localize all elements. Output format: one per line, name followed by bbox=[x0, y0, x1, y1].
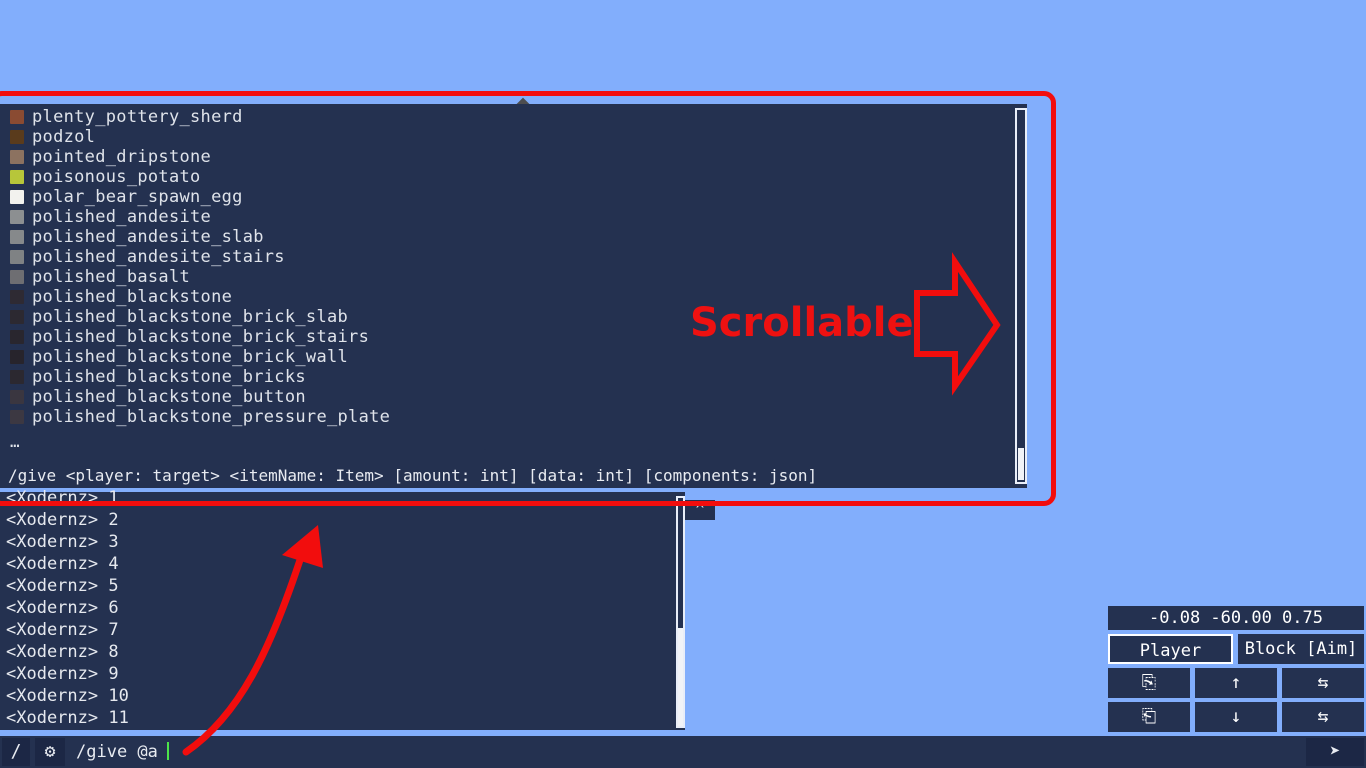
suggestion-item[interactable]: polar_bear_spawn_egg bbox=[10, 187, 243, 207]
suggestion-label: polished_blackstone_brick_stairs bbox=[32, 327, 370, 347]
chat-message: <Xodernz> 2 bbox=[6, 510, 119, 530]
podzol-icon bbox=[10, 130, 24, 144]
chat-message: <Xodernz> 10 bbox=[6, 686, 129, 706]
suggestion-label: polished_blackstone_pressure_plate bbox=[32, 407, 391, 427]
suggestion-scrollbar-thumb[interactable] bbox=[1018, 448, 1024, 480]
pressure-plate-icon bbox=[10, 410, 24, 424]
blackstone-slab-icon bbox=[10, 310, 24, 324]
chat-scrollbar-thumb[interactable] bbox=[678, 628, 683, 726]
command-usage-hint: /give <player: target> <itemName: Item> … bbox=[8, 466, 818, 485]
suggestion-label: polished_andesite bbox=[32, 207, 212, 227]
send-button[interactable]: ➤ bbox=[1306, 738, 1364, 766]
suggestion-item[interactable]: plenty_pottery_sherd bbox=[10, 107, 243, 127]
suggestion-label: pointed_dripstone bbox=[32, 147, 212, 167]
chat-message: <Xodernz> 6 bbox=[6, 598, 119, 618]
chat-message: <Xodernz> 11 bbox=[6, 708, 129, 728]
tab-player[interactable]: Player bbox=[1108, 634, 1233, 664]
suggestion-label: polar_bear_spawn_egg bbox=[32, 187, 243, 207]
blackstone-stairs-icon bbox=[10, 330, 24, 344]
send-arrow-icon: ➤ bbox=[1329, 741, 1341, 762]
swap-button-bottom[interactable]: ⇆ bbox=[1282, 702, 1364, 732]
suggestion-label: poisonous_potato bbox=[32, 167, 201, 187]
suggestion-item[interactable]: polished_blackstone bbox=[10, 287, 232, 307]
blackstone-bricks-icon bbox=[10, 370, 24, 384]
suggestion-item[interactable]: polished_blackstone_button bbox=[10, 387, 306, 407]
pottery-sherd-icon bbox=[10, 110, 24, 124]
suggestion-item[interactable]: polished_blackstone_brick_wall bbox=[10, 347, 348, 367]
suggestion-label: polished_blackstone_brick_wall bbox=[32, 347, 349, 367]
chat-message: <Xodernz> 7 bbox=[6, 620, 119, 640]
suggestion-item[interactable]: polished_blackstone_bricks bbox=[10, 367, 306, 387]
paste-button[interactable]: ⎗ bbox=[1108, 702, 1190, 732]
chat-message: <Xodernz> 1 bbox=[6, 488, 119, 508]
suggestion-scrollbar[interactable] bbox=[1015, 108, 1027, 484]
spawn-egg-icon bbox=[10, 190, 24, 204]
blackstone-icon bbox=[10, 290, 24, 304]
swap-button-top[interactable]: ⇆ bbox=[1282, 668, 1364, 698]
suggestion-label: polished_andesite_stairs bbox=[32, 247, 285, 267]
suggestion-label: plenty_pottery_sherd bbox=[32, 107, 243, 127]
suggestion-label: polished_blackstone_button bbox=[32, 387, 306, 407]
chat-message: <Xodernz> 9 bbox=[6, 664, 119, 684]
suggestion-item[interactable]: polished_andesite bbox=[10, 207, 211, 227]
command-input[interactable] bbox=[70, 738, 1304, 766]
text-caret bbox=[167, 742, 169, 760]
chat-log: <Xodernz> 1 <Xodernz> 2 <Xodernz> 3 <Xodern… bbox=[0, 488, 685, 730]
dripstone-icon bbox=[10, 150, 24, 164]
suggestion-item[interactable]: polished_andesite_slab bbox=[10, 227, 264, 247]
chat-message: <Xodernz> 5 bbox=[6, 576, 119, 596]
scrollable-annotation-label: Scrollable bbox=[690, 300, 914, 346]
andesite-slab-icon bbox=[10, 230, 24, 244]
suggestion-label: polished_blackstone_bricks bbox=[32, 367, 306, 387]
suggestion-item[interactable]: pointed_dripstone bbox=[10, 147, 211, 167]
chat-message: <Xodernz> 4 bbox=[6, 554, 119, 574]
gear-icon: ⚙ bbox=[44, 741, 56, 762]
move-down-button[interactable]: ↓ bbox=[1195, 702, 1277, 732]
chat-message: <Xodernz> 3 bbox=[6, 532, 119, 552]
suggestion-item[interactable]: polished_andesite_stairs bbox=[10, 247, 285, 267]
blackstone-wall-icon bbox=[10, 350, 24, 364]
suggestion-item[interactable]: polished_blackstone_brick_slab bbox=[10, 307, 348, 327]
blackstone-button-icon bbox=[10, 390, 24, 404]
settings-button[interactable]: ⚙ bbox=[35, 738, 65, 766]
slash-button[interactable]: / bbox=[2, 738, 30, 766]
chat-message: <Xodernz> 8 bbox=[6, 642, 119, 662]
suggestion-item[interactable]: polished_basalt bbox=[10, 267, 190, 287]
suggestion-item[interactable]: polished_blackstone_pressure_plate bbox=[10, 407, 390, 427]
suggestion-label: podzol bbox=[32, 127, 96, 147]
suggestion-panel[interactable]: plenty_pottery_sherd podzol pointed_dripst… bbox=[0, 104, 1027, 488]
andesite-icon bbox=[10, 210, 24, 224]
copy-button[interactable]: ⎘ bbox=[1108, 668, 1190, 698]
basalt-icon bbox=[10, 270, 24, 284]
andesite-stairs-icon bbox=[10, 250, 24, 264]
tab-block-aim[interactable]: Block [Aim] bbox=[1238, 634, 1364, 664]
move-up-button[interactable]: ↑ bbox=[1195, 668, 1277, 698]
suggestion-item[interactable]: polished_blackstone_brick_stairs bbox=[10, 327, 369, 347]
suggestion-label: polished_blackstone bbox=[32, 287, 233, 307]
suggestion-label: polished_blackstone_brick_slab bbox=[32, 307, 349, 327]
potato-icon bbox=[10, 170, 24, 184]
suggestion-label: polished_andesite_slab bbox=[32, 227, 264, 247]
more-suggestions-indicator: … bbox=[10, 432, 20, 451]
suggestion-item[interactable]: poisonous_potato bbox=[10, 167, 201, 187]
suggestion-item[interactable]: podzol bbox=[10, 127, 95, 147]
coordinates-readout: -0.08 -60.00 0.75 bbox=[1108, 606, 1364, 630]
chat-scroll-up-button[interactable]: ^ bbox=[685, 500, 715, 520]
suggestion-label: polished_basalt bbox=[32, 267, 191, 287]
